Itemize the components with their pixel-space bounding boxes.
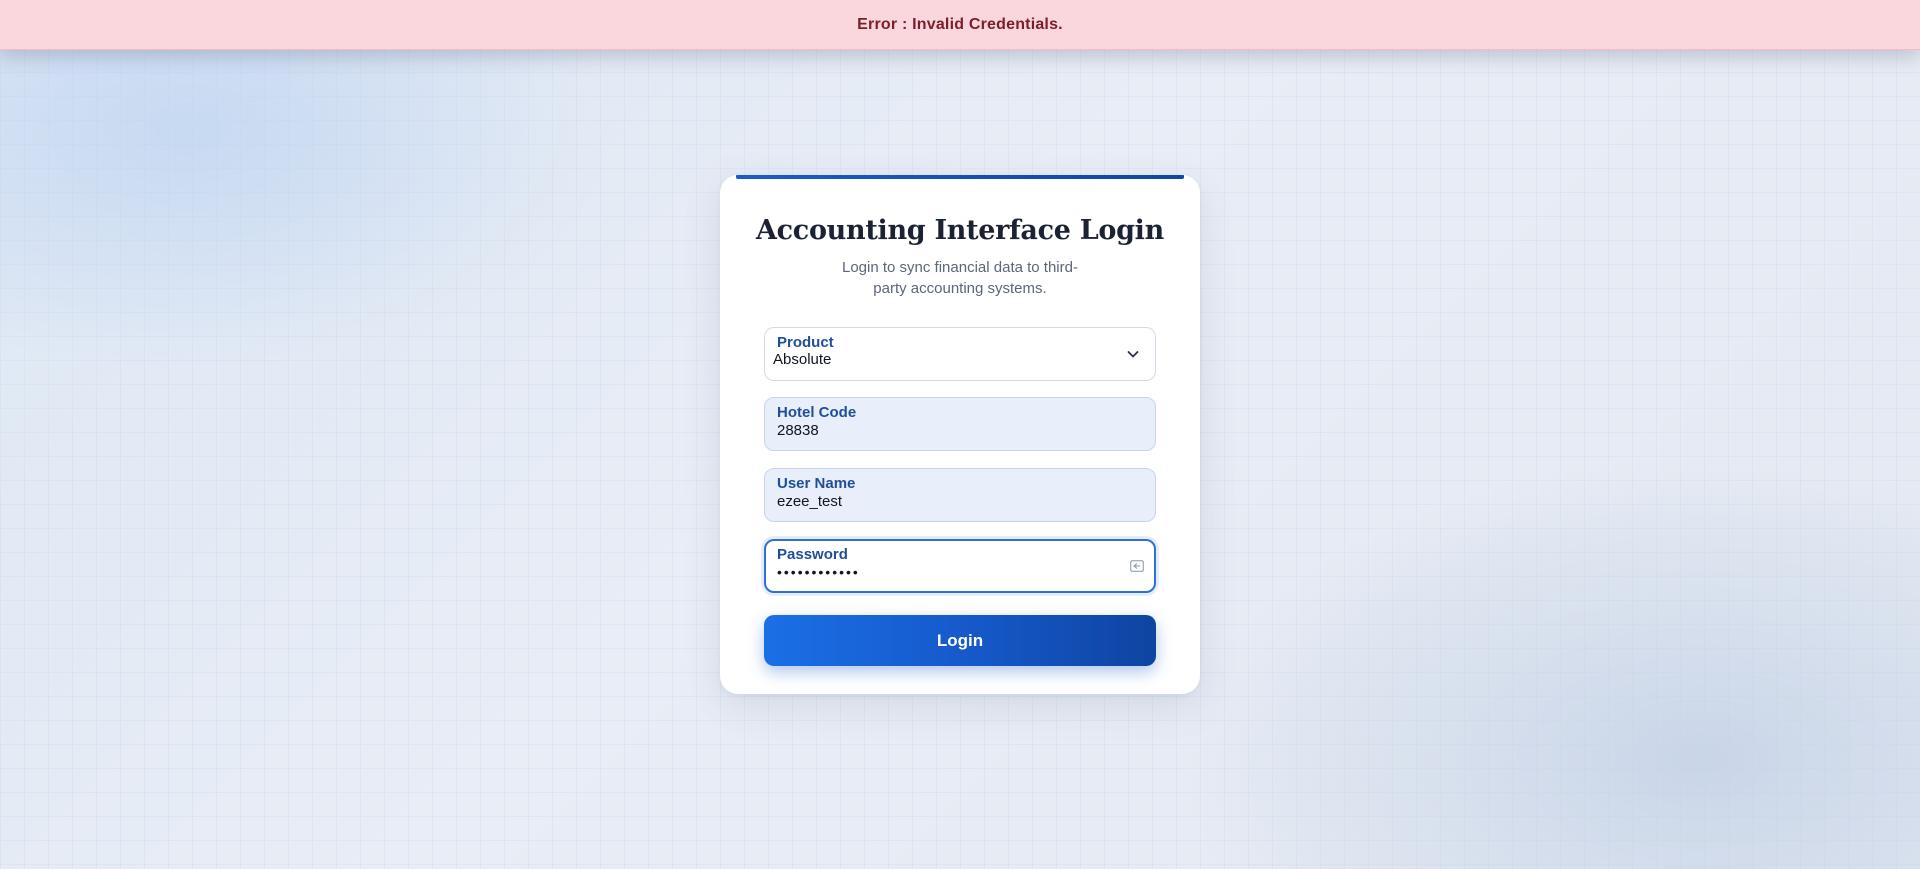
password-field[interactable]: Password: [764, 539, 1156, 593]
product-select[interactable]: Product Absolute: [764, 327, 1156, 381]
user-name-label: User Name: [777, 475, 856, 492]
login-button[interactable]: Login: [764, 615, 1156, 666]
password-reveal-icon[interactable]: [1130, 560, 1144, 572]
page-title: Accounting Interface Login: [756, 215, 1164, 246]
chevron-down-icon[interactable]: [1125, 346, 1141, 362]
product-label: Product: [777, 334, 834, 351]
user-name-input[interactable]: [777, 493, 1117, 510]
user-name-field[interactable]: User Name: [764, 468, 1156, 522]
hotel-code-label: Hotel Code: [777, 404, 857, 421]
hotel-code-field[interactable]: Hotel Code: [764, 397, 1156, 451]
page-subtitle: Login to sync financial data to third-pa…: [842, 259, 1078, 297]
password-input[interactable]: [777, 564, 1117, 580]
card-accent-bar: [736, 175, 1184, 179]
product-value: Absolute: [773, 351, 832, 368]
error-message: Error : Invalid Credentials.: [857, 15, 1063, 33]
hotel-code-input[interactable]: [777, 422, 1117, 439]
password-label: Password: [777, 546, 848, 563]
error-banner: Error : Invalid Credentials.: [0, 0, 1920, 50]
login-card: Accounting Interface Login Login to sync…: [720, 175, 1200, 694]
